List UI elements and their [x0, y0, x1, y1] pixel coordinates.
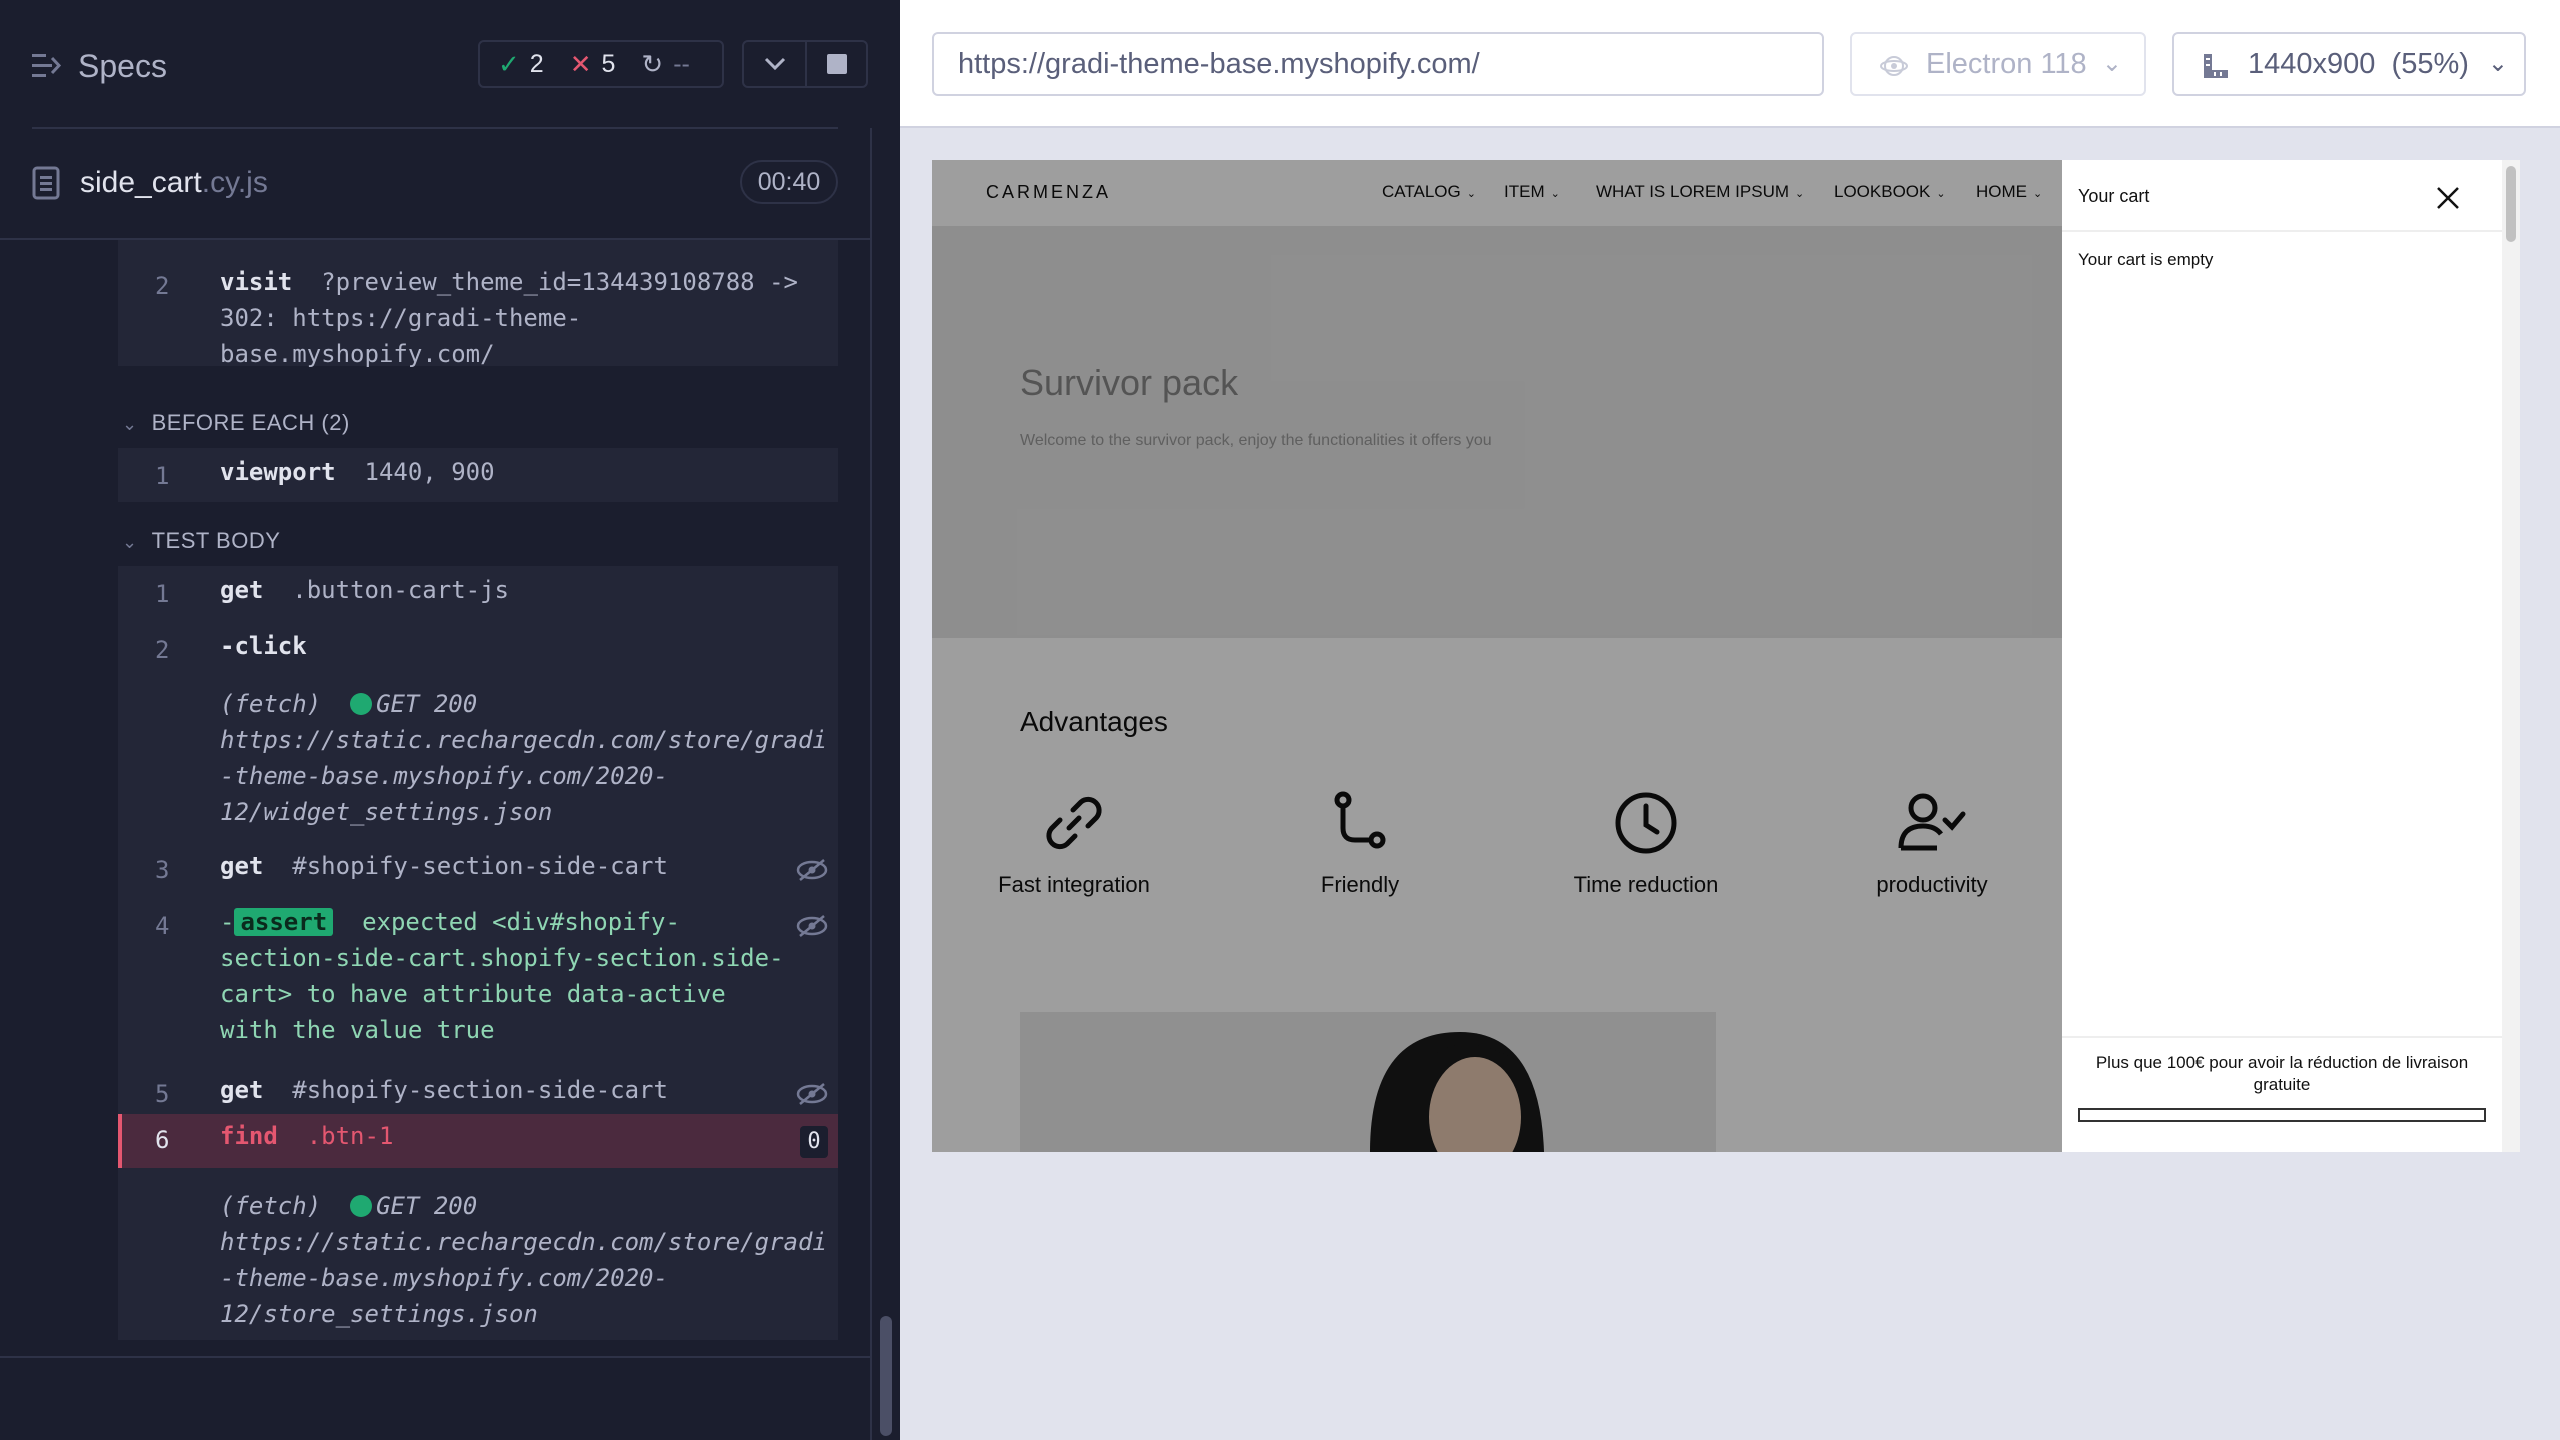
check-icon: ✓ — [498, 48, 520, 79]
hook-before-each[interactable]: ⌄ BEFORE EACH (2) — [122, 410, 350, 436]
command-number: 5 — [155, 1080, 170, 1108]
command-number: 3 — [155, 856, 170, 884]
eye-slash-icon — [796, 859, 828, 881]
close-icon[interactable] — [2428, 178, 2468, 218]
command-list: 2 visit ?preview_theme_id=134439108788 -… — [0, 240, 870, 1340]
browser-selector[interactable]: Electron 118 ⌄ — [1850, 32, 2146, 96]
divider — [32, 127, 838, 129]
browser-icon — [1880, 56, 1908, 76]
spec-file-name[interactable]: side_cart.cy.js — [80, 166, 268, 200]
command-number: 1 — [155, 580, 170, 608]
fetch-request-2[interactable]: (fetch) GET 200 https://static.rechargec… — [220, 1188, 827, 1332]
command-viewport: viewport 1440, 900 — [220, 458, 495, 486]
frame-scrollbar-thumb[interactable] — [2506, 166, 2516, 242]
page-overlay[interactable] — [932, 160, 2062, 1152]
status-dot — [350, 693, 373, 715]
command-get[interactable]: get #shopify-section-side-cart — [220, 848, 668, 884]
test-body-header[interactable]: ⌄ TEST BODY — [122, 528, 280, 554]
cart-empty-message: Your cart is empty — [2078, 250, 2214, 269]
command-assert[interactable]: - assert expected <div#shopify- section-s… — [220, 904, 784, 1048]
command-visit: visit ?preview_theme_id=134439108788 -> … — [220, 268, 798, 368]
command-log-panel: Specs ✓ 2 ✕ 5 ↻ -- side_cart.cy.js 00:40… — [0, 0, 900, 1440]
command-number: 4 — [155, 912, 170, 940]
spec-duration: 00:40 — [740, 160, 838, 204]
command-number: 6 — [155, 1126, 170, 1154]
reporter-scrollbar-track[interactable] — [870, 128, 900, 1440]
side-cart: Your cart Your cart is empty Plus que 10… — [2062, 160, 2502, 1152]
command-number: 2 — [155, 636, 170, 664]
run-controls — [742, 40, 868, 88]
command-number: 2 — [155, 272, 170, 300]
stop-button[interactable] — [805, 42, 866, 86]
chevron-down-icon: ⌄ — [122, 532, 138, 552]
fetch-request-1[interactable]: (fetch) GET 200 https://static.rechargec… — [220, 686, 827, 830]
eye-slash-icon — [796, 915, 828, 937]
side-cart-title: Your cart — [2078, 186, 2150, 206]
failed-count: ✕ 5 — [569, 48, 616, 79]
assert-badge: assert — [234, 908, 334, 936]
command-get[interactable]: get #shopify-section-side-cart — [220, 1072, 668, 1108]
command-get[interactable]: get .button-cart-js — [220, 572, 509, 608]
command-find[interactable]: find .btn-1 — [220, 1118, 393, 1154]
specs-title[interactable]: Specs — [78, 48, 167, 85]
side-cart-header: Your cart — [2062, 160, 2502, 232]
status-dot — [350, 1195, 373, 1217]
stop-icon — [826, 54, 847, 74]
specs-list-icon[interactable] — [32, 52, 62, 80]
app-under-test-frame: CARMENZA CATALOG ⌄ ITEM ⌄ WHAT IS LOREM IP… — [932, 160, 2520, 1152]
command-number: 1 — [155, 462, 170, 490]
eye-slash-icon — [796, 1083, 828, 1105]
pending-spinner-icon: ↻ — [641, 48, 664, 79]
stats-summary: ✓ 2 ✕ 5 ↻ -- — [478, 40, 724, 88]
chevron-down-icon: ⌄ — [2101, 50, 2122, 77]
reporter-scrollbar-thumb[interactable] — [880, 1316, 892, 1436]
ruler-icon — [2204, 54, 2228, 78]
command-click[interactable]: -click — [220, 628, 307, 664]
chevron-down-icon: ⌄ — [122, 414, 138, 434]
frame-scrollbar-track[interactable] — [2502, 160, 2520, 1152]
element-count-badge: 0 — [800, 1126, 828, 1158]
passed-count: ✓ 2 — [498, 48, 544, 79]
viewport-selector[interactable]: 1440x900 (55%) ⌄ — [2172, 32, 2526, 96]
x-icon: ✕ — [569, 48, 592, 79]
chevron-down-icon — [764, 57, 785, 71]
file-icon — [32, 166, 60, 200]
reporter-header: Specs ✓ 2 ✕ 5 ↻ -- — [0, 0, 900, 130]
divider — [0, 1356, 870, 1358]
expand-collapse-button[interactable] — [744, 42, 805, 86]
free-shipping-progress — [2078, 1108, 2486, 1122]
free-shipping-message: Plus que 100€ pour avoir la réduction de… — [2095, 1053, 2469, 1094]
pending-count: ↻ -- — [641, 48, 690, 79]
url-bar[interactable]: https://gradi-theme-base.myshopify.com/ — [932, 32, 1824, 96]
chevron-down-icon: ⌄ — [2487, 50, 2508, 77]
